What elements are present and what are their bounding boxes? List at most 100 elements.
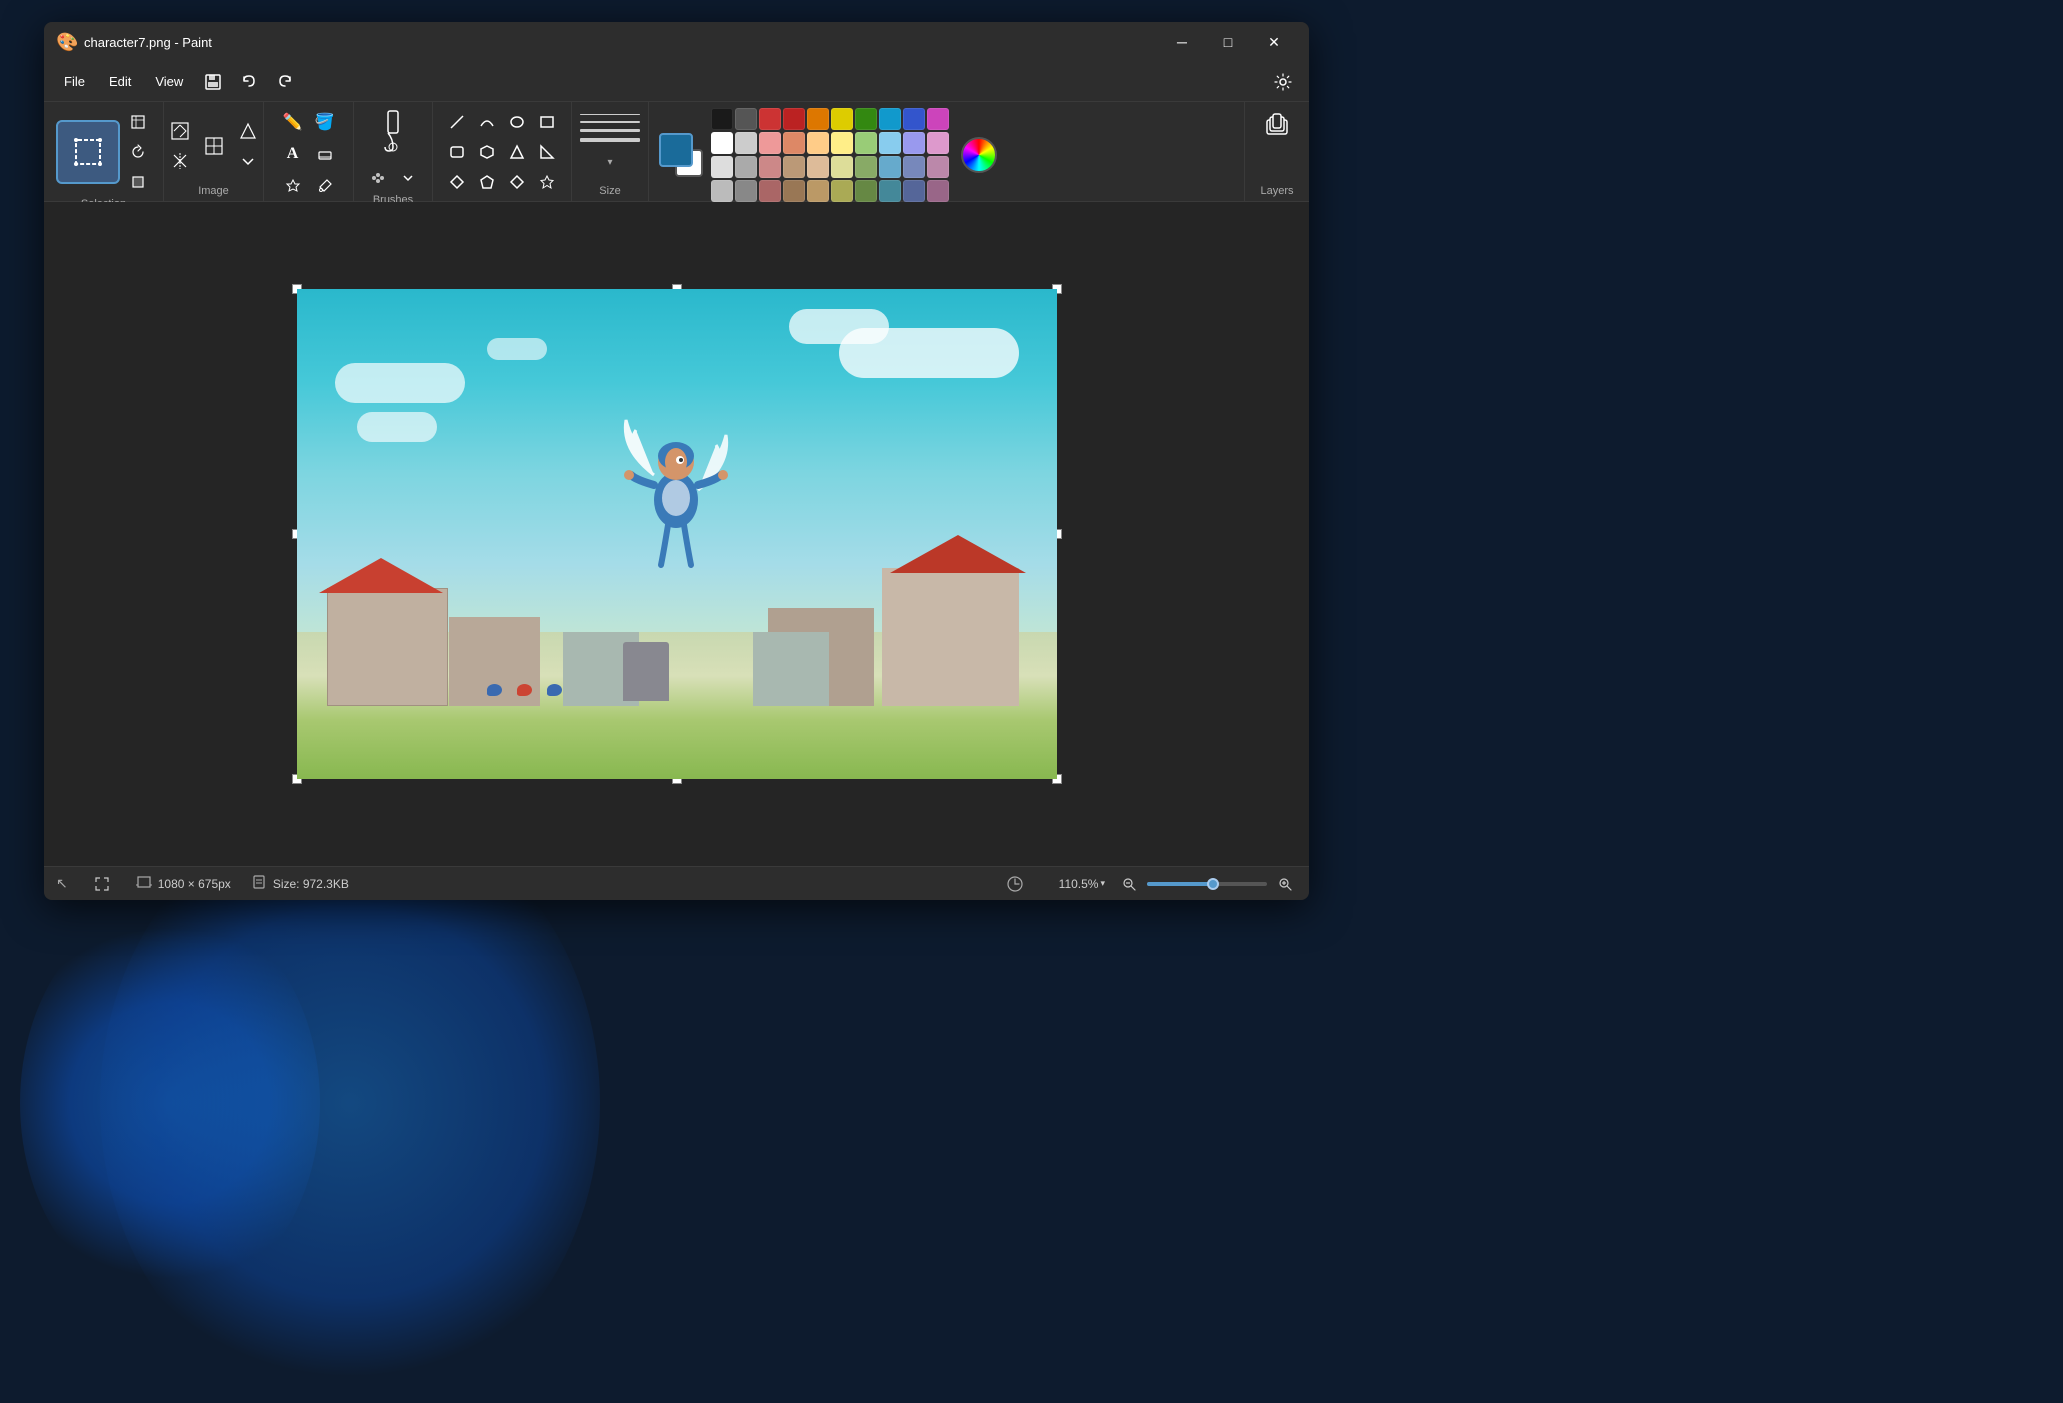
brush-main-button[interactable] [371, 108, 415, 160]
menu-view[interactable]: View [143, 70, 195, 93]
canvas-container [297, 289, 1057, 779]
shape-curve-button[interactable] [473, 108, 501, 136]
shape-rtriangle-button[interactable] [533, 138, 561, 166]
filesize-text: Size: 972.3KB [273, 877, 349, 891]
color-swatch-0[interactable] [711, 108, 733, 130]
color-swatch-31[interactable] [735, 180, 757, 202]
maximize-button[interactable]: □ [1205, 22, 1251, 62]
undo-button[interactable] [231, 64, 267, 100]
color-swatch-18[interactable] [903, 132, 925, 154]
color-swatch-9[interactable] [927, 108, 949, 130]
shape-hexagon-button[interactable] [473, 138, 501, 166]
color-swatch-4[interactable] [807, 108, 829, 130]
layers-button[interactable] [1259, 108, 1295, 144]
color-swatch-23[interactable] [783, 156, 805, 178]
color-swatch-5[interactable] [831, 108, 853, 130]
fill-tool-button[interactable]: 🪣 [311, 108, 339, 136]
zoom-dropdown-icon: ▾ [1100, 878, 1105, 889]
magic-select-button[interactable] [279, 172, 307, 200]
zoom-out-button[interactable] [1117, 872, 1141, 896]
color-swatch-29[interactable] [927, 156, 949, 178]
settings-button[interactable] [1265, 64, 1301, 100]
zoom-level-button[interactable]: 110.5% ▾ [1053, 875, 1111, 893]
color-swatch-22[interactable] [759, 156, 781, 178]
image-flip-button[interactable] [166, 147, 194, 175]
color-swatch-37[interactable] [879, 180, 901, 202]
selection-rotate-button[interactable] [124, 138, 152, 166]
shape-triangle-button[interactable] [503, 138, 531, 166]
color-swatch-25[interactable] [831, 156, 853, 178]
selection-crop-button[interactable] [124, 168, 152, 196]
selection-resize-button[interactable] [124, 108, 152, 136]
shape-star-button[interactable] [533, 168, 561, 196]
close-button[interactable]: ✕ [1251, 22, 1297, 62]
selection-main-button[interactable] [56, 120, 120, 184]
color-swatch-39[interactable] [927, 180, 949, 202]
fullscreen-button[interactable] [88, 870, 116, 898]
shape-line-button[interactable] [443, 108, 471, 136]
shape-chevron-button[interactable] [503, 168, 531, 196]
colors-section: Colors [649, 102, 1245, 201]
app-icon: 🎨 [56, 32, 76, 52]
shape-diamond-button[interactable] [443, 168, 471, 196]
color-swatch-3[interactable] [783, 108, 805, 130]
color-swatch-35[interactable] [831, 180, 853, 202]
foreground-color-swatch[interactable] [659, 133, 693, 167]
color-swatch-20[interactable] [711, 156, 733, 178]
text-tool-button[interactable]: A [279, 140, 307, 168]
color-swatch-13[interactable] [783, 132, 805, 154]
shape-pentagon-button[interactable] [473, 168, 501, 196]
color-swatch-32[interactable] [759, 180, 781, 202]
dropper-button[interactable] [311, 172, 339, 200]
color-swatch-15[interactable] [831, 132, 853, 154]
brush-effects-button[interactable] [364, 164, 392, 192]
canvas-area[interactable] [44, 202, 1309, 866]
color-swatch-2[interactable] [759, 108, 781, 130]
shape-oval-button[interactable] [503, 108, 531, 136]
color-swatch-26[interactable] [855, 156, 877, 178]
image-resize-button[interactable] [166, 117, 194, 145]
art-cloud-5 [487, 338, 547, 360]
brush-dropdown-button[interactable] [394, 164, 422, 192]
color-swatch-19[interactable] [927, 132, 949, 154]
color-swatch-6[interactable] [855, 108, 877, 130]
color-swatch-14[interactable] [807, 132, 829, 154]
color-swatch-7[interactable] [879, 108, 901, 130]
color-swatch-box[interactable] [659, 133, 703, 177]
menu-file[interactable]: File [52, 70, 97, 93]
zoom-in-button[interactable] [1273, 872, 1297, 896]
color-swatch-10[interactable] [711, 132, 733, 154]
canvas-image[interactable] [297, 289, 1057, 779]
color-swatch-16[interactable] [855, 132, 877, 154]
zoom-slider[interactable] [1147, 882, 1267, 886]
performance-button[interactable] [997, 866, 1033, 901]
color-swatch-28[interactable] [903, 156, 925, 178]
redo-button[interactable] [267, 64, 303, 100]
color-swatch-8[interactable] [903, 108, 925, 130]
color-swatch-11[interactable] [735, 132, 757, 154]
eraser-tool-button[interactable] [311, 140, 339, 168]
color-swatch-30[interactable] [711, 180, 733, 202]
color-swatch-21[interactable] [735, 156, 757, 178]
art-birds [487, 684, 562, 696]
color-swatch-12[interactable] [759, 132, 781, 154]
shape-rect2-button[interactable] [443, 138, 471, 166]
image-select-button[interactable] [200, 132, 228, 160]
pencil-tool-button[interactable]: ✏️ [279, 108, 307, 136]
image-dropdown-button[interactable] [234, 147, 262, 175]
color-swatch-24[interactable] [807, 156, 829, 178]
save-button[interactable] [195, 64, 231, 100]
color-swatch-17[interactable] [879, 132, 901, 154]
color-swatch-1[interactable] [735, 108, 757, 130]
color-swatch-27[interactable] [879, 156, 901, 178]
color-swatch-33[interactable] [783, 180, 805, 202]
image-transform-button[interactable] [234, 117, 262, 145]
color-swatch-34[interactable] [807, 180, 829, 202]
color-swatch-36[interactable] [855, 180, 877, 202]
color-picker-button[interactable] [957, 133, 1001, 177]
minimize-button[interactable]: ─ [1159, 22, 1205, 62]
size-dropdown-button[interactable]: ▾ [598, 153, 622, 173]
color-swatch-38[interactable] [903, 180, 925, 202]
shape-rect-button[interactable] [533, 108, 561, 136]
menu-edit[interactable]: Edit [97, 70, 143, 93]
